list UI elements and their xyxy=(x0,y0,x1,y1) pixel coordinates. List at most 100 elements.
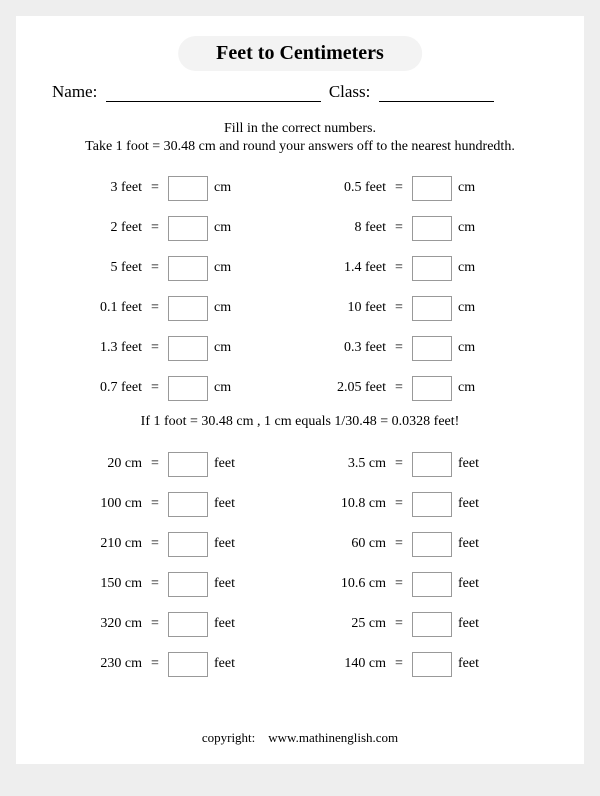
prompt-value: 0.1 feet xyxy=(56,300,148,316)
answer-box[interactable] xyxy=(168,612,208,637)
result-unit: feet xyxy=(458,536,494,552)
prompt-value: 60 cm xyxy=(300,536,392,552)
result-unit: cm xyxy=(458,380,494,396)
answer-box[interactable] xyxy=(168,336,208,361)
prompt-value: 20 cm xyxy=(56,456,148,472)
answer-box[interactable] xyxy=(412,336,452,361)
name-blank[interactable] xyxy=(106,87,321,102)
answer-box[interactable] xyxy=(412,176,452,201)
prompt-value: 0.3 feet xyxy=(300,340,392,356)
answer-box[interactable] xyxy=(412,572,452,597)
answer-box[interactable] xyxy=(168,216,208,241)
result-unit: cm xyxy=(458,340,494,356)
answer-box[interactable] xyxy=(412,652,452,677)
equals-sign: = xyxy=(392,576,406,592)
result-unit: feet xyxy=(458,616,494,632)
problem-cell: 100 cm= feet xyxy=(56,492,300,517)
problem-row: 0.1 feet=cm10 feet=cm xyxy=(56,288,544,328)
result-unit: feet xyxy=(458,576,494,592)
equals-sign: = xyxy=(148,656,162,672)
answer-box[interactable] xyxy=(412,376,452,401)
problem-cell: 0.5 feet=cm xyxy=(300,176,544,201)
problem-row: 0.7 feet=cm2.05 feet=cm xyxy=(56,368,544,408)
class-label: Class: xyxy=(329,82,371,101)
result-unit: cm xyxy=(214,380,250,396)
answer-box[interactable] xyxy=(412,452,452,477)
copyright-url: www.mathinenglish.com xyxy=(268,730,398,745)
instructions: Fill in the correct numbers. Take 1 foot… xyxy=(16,120,584,155)
prompt-value: 10.6 cm xyxy=(300,576,392,592)
equals-sign: = xyxy=(148,300,162,316)
result-unit: feet xyxy=(214,536,250,552)
problem-row: 20 cm=feet3.5 cm=feet xyxy=(56,444,544,484)
problem-cell: 1.3 feet=cm xyxy=(56,336,300,361)
answer-box[interactable] xyxy=(168,652,208,677)
equals-sign: = xyxy=(392,616,406,632)
result-unit: feet xyxy=(458,456,494,472)
worksheet-title: Feet to Centimeters xyxy=(178,36,422,71)
answer-box[interactable] xyxy=(412,216,452,241)
answer-box[interactable] xyxy=(168,532,208,557)
instruction-line-1: Fill in the correct numbers. xyxy=(16,120,584,138)
prompt-value: 1.4 feet xyxy=(300,260,392,276)
result-unit: cm xyxy=(458,260,494,276)
answer-box[interactable] xyxy=(412,256,452,281)
equals-sign: = xyxy=(148,180,162,196)
answer-box[interactable] xyxy=(168,376,208,401)
prompt-value: 5 feet xyxy=(56,260,148,276)
result-unit: feet xyxy=(458,656,494,672)
prompt-value: 210 cm xyxy=(56,536,148,552)
answer-box[interactable] xyxy=(412,612,452,637)
result-unit: feet xyxy=(214,496,250,512)
problem-cell: 2 feet=cm xyxy=(56,216,300,241)
answer-box[interactable] xyxy=(412,296,452,321)
prompt-value: 10.8 cm xyxy=(300,496,392,512)
equals-sign: = xyxy=(148,496,162,512)
answer-box[interactable] xyxy=(412,532,452,557)
problem-row: 320 cm=feet25 cm=feet xyxy=(56,604,544,644)
problem-cell: 150 cm=feet xyxy=(56,572,300,597)
problem-cell: 0.7 feet=cm xyxy=(56,376,300,401)
equals-sign: = xyxy=(392,220,406,236)
name-class-row: Name: Class: xyxy=(52,82,548,102)
answer-box[interactable] xyxy=(168,176,208,201)
problem-cell: 20 cm= feet xyxy=(56,452,300,477)
equals-sign: = xyxy=(148,456,162,472)
prompt-value: 100 cm xyxy=(56,496,148,512)
problem-cell: 5 feet=cm xyxy=(56,256,300,281)
problem-cell: 10 feet= cm xyxy=(300,296,544,321)
problem-cell: 210 cm=feet xyxy=(56,532,300,557)
equals-sign: = xyxy=(392,300,406,316)
problem-cell: 230 cm=feet xyxy=(56,652,300,677)
answer-box[interactable] xyxy=(168,492,208,517)
problem-row: 150 cm=feet10.6 cm= feet xyxy=(56,564,544,604)
prompt-value: 3 feet xyxy=(56,180,148,196)
mid-note: If 1 foot = 30.48 cm , 1 cm equals 1/30.… xyxy=(16,414,584,430)
answer-box[interactable] xyxy=(168,296,208,321)
equals-sign: = xyxy=(392,180,406,196)
prompt-value: 140 cm xyxy=(300,656,392,672)
equals-sign: = xyxy=(148,340,162,356)
problem-cell: 3.5 cm=feet xyxy=(300,452,544,477)
problem-cell: 0.1 feet=cm xyxy=(56,296,300,321)
equals-sign: = xyxy=(148,220,162,236)
result-unit: cm xyxy=(458,300,494,316)
problem-cell: 25 cm= feet xyxy=(300,612,544,637)
prompt-value: 0.5 feet xyxy=(300,180,392,196)
problem-row: 3 feet=cm0.5 feet=cm xyxy=(56,168,544,208)
result-unit: feet xyxy=(214,456,250,472)
equals-sign: = xyxy=(392,536,406,552)
cm-to-feet-grid: 20 cm=feet3.5 cm=feet100 cm=feet10.8 cm=… xyxy=(56,444,544,684)
answer-box[interactable] xyxy=(412,492,452,517)
problem-cell: 60 cm= feet xyxy=(300,532,544,557)
equals-sign: = xyxy=(392,456,406,472)
prompt-value: 25 cm xyxy=(300,616,392,632)
class-blank[interactable] xyxy=(379,87,494,102)
answer-box[interactable] xyxy=(168,256,208,281)
result-unit: cm xyxy=(214,180,250,196)
answer-box[interactable] xyxy=(168,452,208,477)
answer-box[interactable] xyxy=(168,572,208,597)
worksheet-page: Feet to Centimeters Name: Class: Fill in… xyxy=(16,16,584,764)
prompt-value: 10 feet xyxy=(300,300,392,316)
equals-sign: = xyxy=(392,380,406,396)
